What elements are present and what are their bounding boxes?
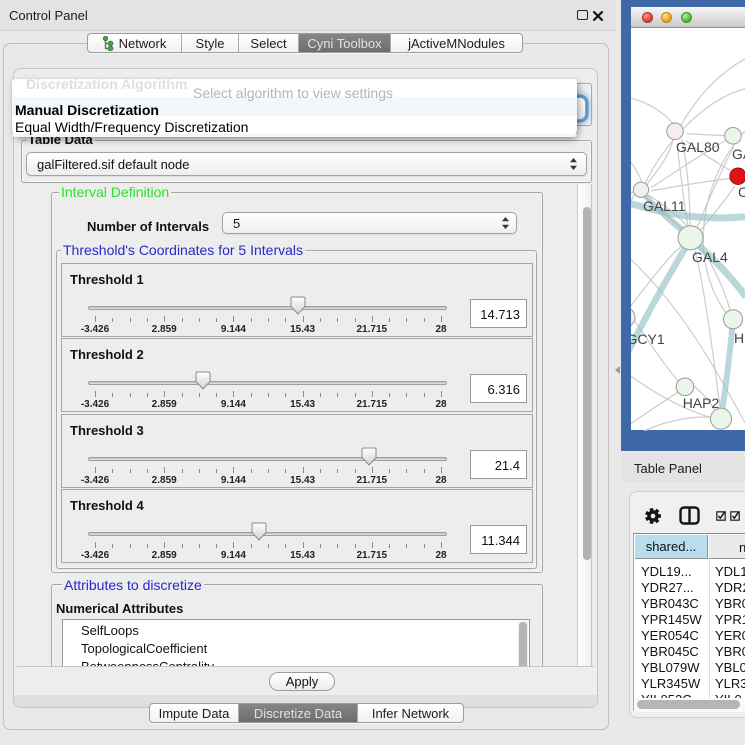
- svg-text:C: C: [738, 184, 745, 200]
- svg-text:GCY1: GCY1: [631, 331, 665, 347]
- svg-text:GAL80: GAL80: [676, 139, 720, 155]
- svg-text:GAL4: GAL4: [692, 249, 728, 265]
- svg-text:HAP2: HAP2: [683, 395, 720, 411]
- svg-text:GAL11: GAL11: [643, 198, 686, 214]
- svg-text:H: H: [734, 330, 744, 346]
- svg-text:GA: GA: [732, 146, 745, 162]
